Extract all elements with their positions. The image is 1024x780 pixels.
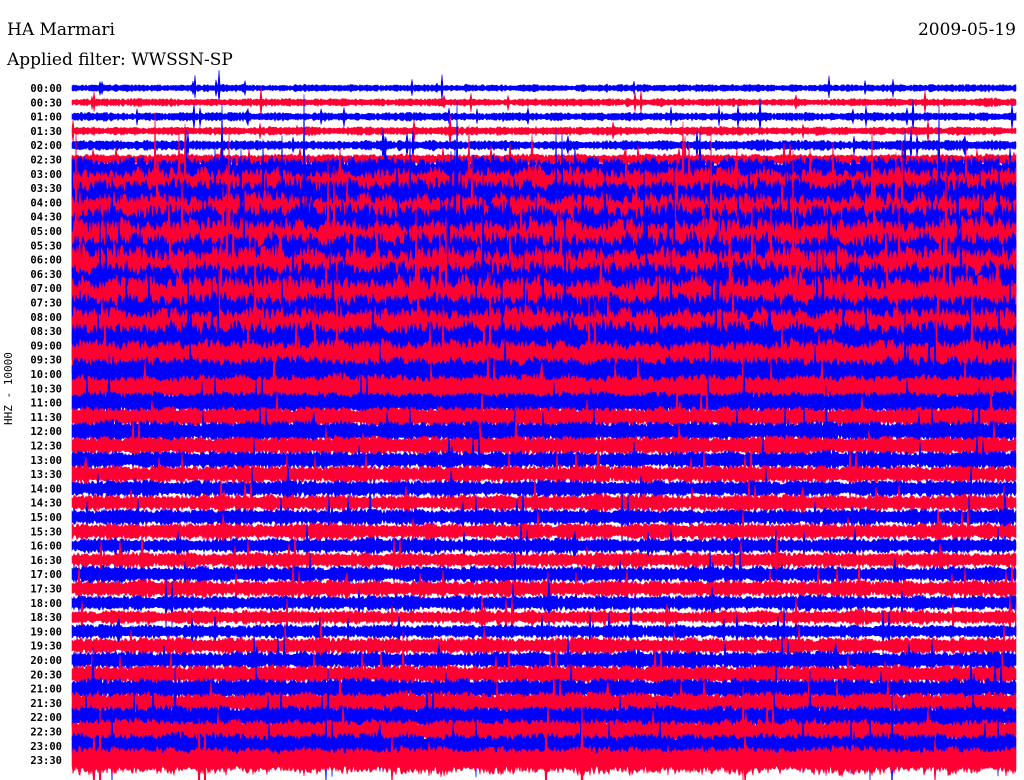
row-time-label: 23:30 <box>30 755 62 767</box>
row-time-label: 23:00 <box>30 741 62 753</box>
row-time-label: 22:00 <box>30 712 62 724</box>
row-time-label: 00:30 <box>30 97 62 109</box>
row-time-label: 17:30 <box>30 584 62 596</box>
row-time-label: 12:00 <box>30 426 62 438</box>
row-time-label: 01:30 <box>30 126 62 138</box>
row-time-label: 08:30 <box>30 326 62 338</box>
row-time-label: 18:00 <box>30 598 62 610</box>
row-time-label: 02:30 <box>30 155 62 167</box>
trace-row-0000 <box>71 70 1017 104</box>
row-time-label: 06:30 <box>30 269 62 281</box>
row-time-label: 11:30 <box>30 412 62 424</box>
row-time-label: 16:00 <box>30 541 62 553</box>
row-time-label: 15:00 <box>30 512 62 524</box>
row-time-label: 15:30 <box>30 526 62 538</box>
row-time-label: 05:00 <box>30 226 62 238</box>
row-time-label: 14:30 <box>30 498 62 510</box>
row-time-label: 10:00 <box>30 369 62 381</box>
row-time-label: 09:30 <box>30 355 62 367</box>
row-time-label: 21:00 <box>30 684 62 696</box>
row-time-label: 16:30 <box>30 555 62 567</box>
row-time-label: 08:00 <box>30 312 62 324</box>
row-time-label: 13:30 <box>30 469 62 481</box>
row-time-label: 17:00 <box>30 569 62 581</box>
row-time-label: 12:30 <box>30 441 62 453</box>
row-time-label: 01:00 <box>30 112 62 124</box>
row-time-label: 00:00 <box>30 83 62 95</box>
row-time-label: 06:00 <box>30 255 62 267</box>
row-time-label: 03:00 <box>30 169 62 181</box>
row-time-label: 09:00 <box>30 340 62 352</box>
row-time-label: 22:30 <box>30 727 62 739</box>
row-time-label: 20:30 <box>30 669 62 681</box>
row-time-label: 02:00 <box>30 140 62 152</box>
row-time-label: 20:00 <box>30 655 62 667</box>
row-time-label: 04:30 <box>30 212 62 224</box>
helicorder-plot: 00:00 00:30 01:00 01:30 02:00 02:30 03:00 03:30… <box>30 70 1017 780</box>
row-time-label: 03:30 <box>30 183 62 195</box>
row-time-label: 14:00 <box>30 483 62 495</box>
row-time-label: 18:30 <box>30 612 62 624</box>
row-time-label: 11:00 <box>30 398 62 410</box>
row-time-label: 19:30 <box>30 641 62 653</box>
row-time-label: 04:00 <box>30 197 62 209</box>
row-time-label: 13:00 <box>30 455 62 467</box>
row-time-label: 05:30 <box>30 240 62 252</box>
row-time-label: 21:30 <box>30 698 62 710</box>
row-time-label: 19:00 <box>30 626 62 638</box>
row-time-label: 10:30 <box>30 383 62 395</box>
row-time-label: 07:00 <box>30 283 62 295</box>
row-time-label: 07:30 <box>30 298 62 310</box>
